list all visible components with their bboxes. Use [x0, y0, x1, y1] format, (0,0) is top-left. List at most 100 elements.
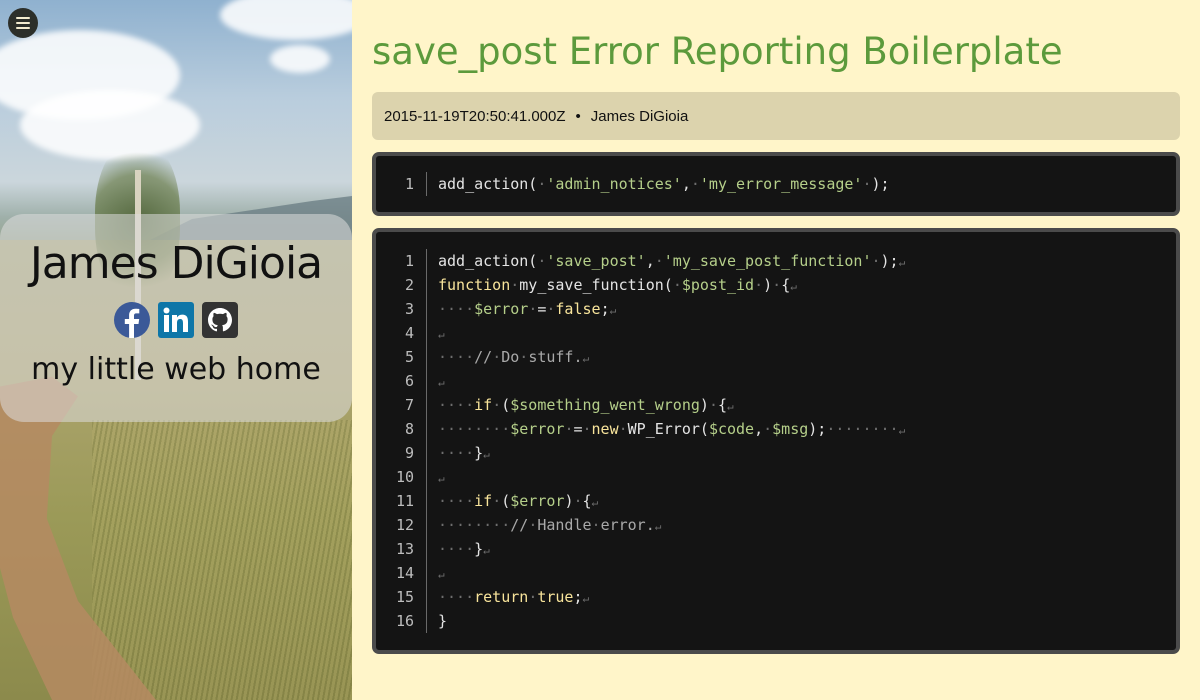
code-line: 14 ↵: [376, 561, 1176, 585]
line-number: 4: [376, 321, 427, 345]
code-token: new: [591, 420, 619, 438]
post-title: save_post Error Reporting Boilerplate: [372, 30, 1063, 73]
cloud: [220, 0, 352, 40]
code-token: ····: [438, 588, 475, 606]
code-token: }: [474, 540, 484, 558]
facebook-icon: [114, 302, 150, 338]
github-link[interactable]: [202, 302, 238, 338]
code-token: my_save_function(: [519, 276, 673, 294]
code-token: ·: [492, 396, 502, 414]
code-token: 'save_post': [546, 252, 646, 270]
code-token: ·: [528, 300, 538, 318]
code-token: ····: [438, 492, 475, 510]
code-token: ····: [438, 300, 475, 318]
line-break-marker: ↵: [654, 520, 662, 533]
code-token: $post_id: [681, 276, 755, 294]
code-text: ↵: [427, 465, 445, 489]
code-line: 13 ····}↵: [376, 537, 1176, 561]
code-token: $msg: [772, 420, 809, 438]
hamburger-icon: [16, 27, 30, 29]
code-text: ····}↵: [427, 441, 490, 465]
code-token: true: [537, 588, 574, 606]
code-text: ····if·($error)·{↵: [427, 489, 598, 513]
code-text: ····$error·=·false;↵: [427, 297, 616, 321]
code-text: ↵: [427, 369, 445, 393]
post-author: James DiGioia: [590, 107, 689, 125]
code-token: );: [871, 175, 890, 193]
linkedin-icon: [158, 302, 194, 338]
profile-name: James DiGioia: [29, 238, 323, 289]
facebook-link[interactable]: [114, 302, 150, 338]
line-number: 7: [376, 393, 427, 417]
code-token: ····: [438, 540, 475, 558]
code-text: add_action(·'save_post',·'my_save_post_f…: [427, 249, 905, 273]
code-line: 6 ↵: [376, 369, 1176, 393]
code-line: 2 function·my_save_function(·$post_id·)·{…: [376, 273, 1176, 297]
code-text: function·my_save_function(·$post_id·)·{↵: [427, 273, 797, 297]
code-token: ·: [654, 252, 664, 270]
code-line: 11 ····if·($error)·{↵: [376, 489, 1176, 513]
code-token: {: [582, 492, 592, 510]
code-token: ): [699, 396, 709, 414]
code-line: 8 ········$error·=·new·WP_Error($code,·$m…: [376, 417, 1176, 441]
code-token: ·: [519, 348, 529, 366]
code-token: 'admin_notices': [546, 175, 682, 193]
line-break-marker: ↵: [591, 496, 599, 509]
code-token: function: [438, 276, 511, 294]
cloud: [270, 45, 330, 73]
profile-card: James DiGioia my little web home: [0, 214, 352, 422]
code-token: ·: [772, 276, 782, 294]
code-text: ····return·true;↵: [427, 585, 589, 609]
code-token: 'my_save_post_function': [663, 252, 872, 270]
code-token: $error: [474, 300, 529, 318]
menu-toggle-button[interactable]: [8, 8, 38, 38]
code-token: ····: [438, 396, 475, 414]
code-text: ········//·Handle·error.↵: [427, 513, 661, 537]
code-token: {: [717, 396, 727, 414]
line-number: 8: [376, 417, 427, 441]
code-line: 4 ↵: [376, 321, 1176, 345]
code-token: 'my_error_message': [699, 175, 863, 193]
code-token: stuff.: [528, 348, 583, 366]
code-token: (: [501, 396, 511, 414]
code-token: false: [555, 300, 601, 318]
code-token: //: [510, 516, 529, 534]
code-token: ········: [826, 420, 899, 438]
hamburger-icon: [16, 22, 30, 24]
code-block-1: 1 add_action(·'admin_notices',·'my_error_…: [372, 152, 1180, 216]
code-text: ····if·($something_went_wrong)·{↵: [427, 393, 734, 417]
code-token: ·: [528, 516, 538, 534]
line-break-marker: ↵: [790, 280, 797, 293]
code-token: ·: [862, 175, 872, 193]
code-line: 12 ········//·Handle·error.↵: [376, 513, 1176, 537]
code-token: if: [474, 492, 493, 510]
code-line: 3 ····$error·=·false;↵: [376, 297, 1176, 321]
line-number: 1: [376, 172, 427, 196]
line-number: 2: [376, 273, 427, 297]
line-break-marker: ↵: [438, 376, 445, 389]
code-line: 9 ····}↵: [376, 441, 1176, 465]
code-text: }: [427, 609, 447, 633]
hamburger-icon: [16, 17, 30, 19]
code-token: Do: [501, 348, 520, 366]
code-token: );: [880, 252, 899, 270]
line-number: 15: [376, 585, 427, 609]
linkedin-link[interactable]: [158, 302, 194, 338]
line-break-marker: ↵: [438, 472, 445, 485]
line-break-marker: ↵: [438, 568, 445, 581]
code-text: ····}↵: [427, 537, 490, 561]
code-token: if: [474, 396, 493, 414]
code-block-2: 1 add_action(·'save_post',·'my_save_post_…: [372, 228, 1180, 654]
code-token: $code: [708, 420, 755, 438]
code-token: ·: [871, 252, 881, 270]
code-line: 5 ····//·Do·stuff.↵: [376, 345, 1176, 369]
line-number: 3: [376, 297, 427, 321]
code-token: ,: [754, 420, 764, 438]
line-break-marker: ↵: [727, 400, 734, 413]
line-break-marker: ↵: [582, 592, 590, 605]
code-token: //: [474, 348, 493, 366]
code-token: error.: [600, 516, 655, 534]
sidebar: James DiGioia my little web home: [0, 0, 352, 700]
code-token: ·: [591, 516, 601, 534]
code-token: (: [501, 492, 511, 510]
